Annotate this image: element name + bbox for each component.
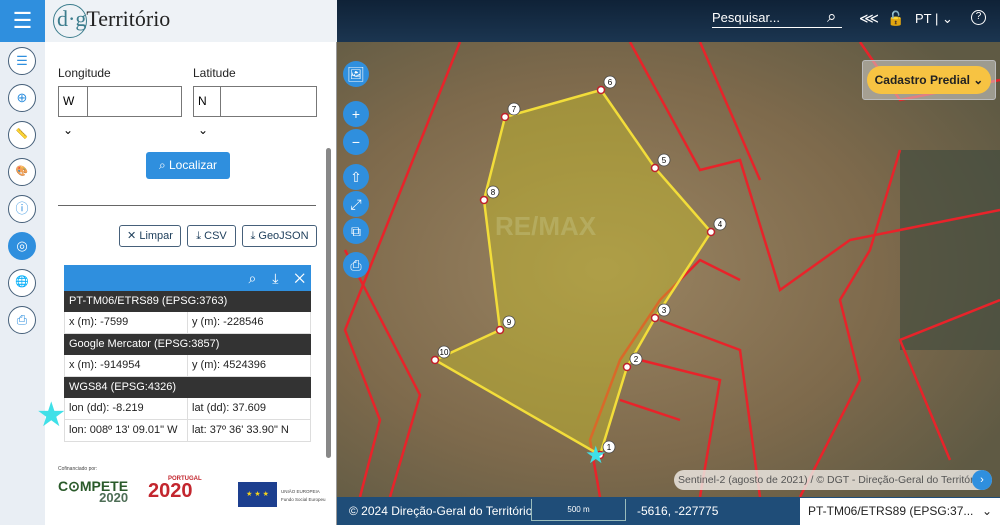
vertex-marker[interactable]	[622, 362, 632, 372]
attribution: Sentinel-2 (agosto de 2021) / © DGT - Di…	[674, 470, 992, 490]
vertex-marker[interactable]	[650, 163, 660, 173]
lon-dms-value: lon: 008º 13' 09.01" W	[69, 424, 178, 436]
vertex-marker[interactable]	[650, 313, 660, 323]
vertex-label: 1	[607, 443, 612, 452]
print-map-icon[interactable]: ⎙	[343, 252, 369, 278]
vertex-label: 5	[662, 156, 667, 165]
map-canvas[interactable]: RE/MAX 12345678910	[337, 42, 1000, 497]
csv-button[interactable]: ⤓ CSV	[187, 225, 236, 247]
zoom-in-button[interactable]: +	[343, 101, 369, 127]
dgt-logo: d·gTerritório	[53, 4, 170, 38]
search-icon[interactable]: ⌕	[827, 7, 837, 27]
longitude-label: Longitude	[58, 66, 111, 80]
vertex-label: 10	[440, 348, 449, 357]
vertex-label: 8	[491, 188, 496, 197]
add-icon[interactable]: ⊕	[8, 84, 36, 112]
lat-dd-value: lat (dd): 37.609	[187, 398, 310, 419]
section-header: Google Mercator (EPSG:3857)	[64, 334, 311, 355]
top-bar: Pesquisar... ⌕ ⋘ 🔓 PT | ⌄ ?	[337, 0, 1000, 42]
copyright: © 2024 Direção-Geral do Território	[349, 504, 533, 518]
latitude-hemisphere-select[interactable]: N ⌄	[193, 86, 221, 137]
cursor-coordinates: -5616, -227775	[637, 504, 719, 518]
panel-header: d·gTerritório	[45, 0, 337, 42]
info-icon[interactable]: ⓘ	[8, 195, 36, 223]
left-panel: ☰ d·gTerritório ☰ ⊕ 📏 🎨 ⓘ ◎ 🌐 ⎙ Longitud…	[0, 0, 337, 525]
hamburger-icon[interactable]: ☰	[0, 0, 45, 42]
eu-label: UNIÃO EUROPEIA Fundo Social Europeu	[281, 489, 326, 502]
lat-dms-value: lat: 37º 36' 33.90" N	[187, 420, 310, 441]
table-row: x (m): -914954 y (m): 4524396	[64, 355, 311, 377]
layer-selector[interactable]: Cadastro Predial ⌄	[862, 60, 996, 100]
longitude-input[interactable]	[87, 86, 182, 117]
location-star-marker: ★	[585, 442, 607, 469]
fullscreen-icon[interactable]: ⤢	[343, 191, 369, 217]
basemap-icon[interactable]: 🖼	[343, 61, 369, 87]
lock-icon[interactable]: 🔓	[887, 10, 904, 27]
projection-select[interactable]: PT-TM06/ETRS89 (EPSG:37... ⌄	[800, 498, 1000, 525]
search-input[interactable]: Pesquisar...	[712, 10, 842, 28]
geojson-button[interactable]: ⤓ GeoJSON	[242, 225, 317, 247]
compete-logo: C⊙MPETE 2020	[58, 478, 129, 505]
eu-flag-logo: ★ ★ ★	[238, 482, 277, 507]
vertex-marker[interactable]	[495, 325, 505, 335]
y-value: y (m): 4524396	[187, 355, 310, 376]
table-row: x (m): -7599 y (m): -228546	[64, 312, 311, 334]
bottom-bar: © 2024 Direção-Geral do Território 500 m…	[337, 497, 1000, 525]
palette-icon[interactable]: 🎨	[8, 158, 36, 186]
x-value: x (m): -914954	[69, 359, 141, 371]
clear-button[interactable]: ✕ Limpar	[119, 225, 181, 247]
latitude-label: Latitude	[193, 66, 236, 80]
table-row: lon (dd): -8.219 lat (dd): 37.609	[64, 398, 311, 420]
localizar-button[interactable]: ⌕ Localizar	[146, 152, 230, 179]
vertex-label: 2	[634, 355, 639, 364]
zoom-extent-icon[interactable]: ⧉	[343, 218, 369, 244]
language-select[interactable]: PT | ⌄	[915, 11, 953, 27]
vertex-label: 6	[608, 78, 613, 87]
divider	[58, 205, 316, 206]
scale-bar: 500 m	[531, 499, 626, 521]
vertex-marker[interactable]	[430, 355, 440, 365]
vertex-marker[interactable]	[596, 85, 606, 95]
vertex-marker[interactable]	[706, 227, 716, 237]
card-toolbar[interactable]: ⌕ ⤓ ✕	[64, 265, 311, 291]
target-icon[interactable]: ◎	[8, 232, 36, 260]
panel-scrollbar[interactable]	[326, 148, 331, 458]
latitude-input[interactable]	[220, 86, 317, 117]
share-icon[interactable]: ⋘	[859, 10, 879, 27]
ruler-icon[interactable]: 📏	[8, 121, 36, 149]
list-icon[interactable]: ☰	[8, 47, 36, 75]
table-row: lon: 008º 13' 09.01" W lat: 37º 36' 33.90…	[64, 420, 311, 442]
globe-icon[interactable]: 🌐	[8, 269, 36, 297]
layer-select-label[interactable]: Cadastro Predial ⌄	[867, 66, 991, 94]
x-value: x (m): -7599	[69, 316, 129, 328]
longitude-hemisphere-select[interactable]: W ⌄	[58, 86, 88, 137]
coordinates-card: ⌕ ⤓ ✕ PT-TM06/ETRS89 (EPSG:3763) x (m): …	[64, 265, 311, 442]
vertex-label: 9	[507, 318, 512, 327]
star-marker-icon: ★	[36, 396, 67, 434]
section-header: WGS84 (EPSG:4326)	[64, 377, 311, 398]
help-icon[interactable]: ?	[971, 10, 986, 25]
vertex-label: 3	[662, 306, 667, 315]
vertex-marker[interactable]	[479, 195, 489, 205]
funding-label: Cofinanciado por:	[58, 466, 98, 472]
chevron-down-icon: ⌄	[981, 504, 992, 518]
zoom-out-button[interactable]: −	[343, 129, 369, 155]
home-icon[interactable]: ⇧	[343, 164, 369, 190]
portugal-2020-logo: PORTUGAL 2020	[148, 476, 202, 502]
vertex-label: 4	[718, 220, 723, 229]
lon-dd-value: lon (dd): -8.219	[69, 402, 144, 414]
attribution-toggle[interactable]: ›	[972, 470, 992, 490]
projection-value: PT-TM06/ETRS89 (EPSG:37...	[808, 504, 974, 518]
vertex-label: 7	[512, 105, 517, 114]
print-icon[interactable]: ⎙	[8, 306, 36, 334]
section-header: PT-TM06/ETRS89 (EPSG:3763)	[64, 291, 311, 312]
vertex-marker[interactable]	[500, 112, 510, 122]
y-value: y (m): -228546	[187, 312, 310, 333]
